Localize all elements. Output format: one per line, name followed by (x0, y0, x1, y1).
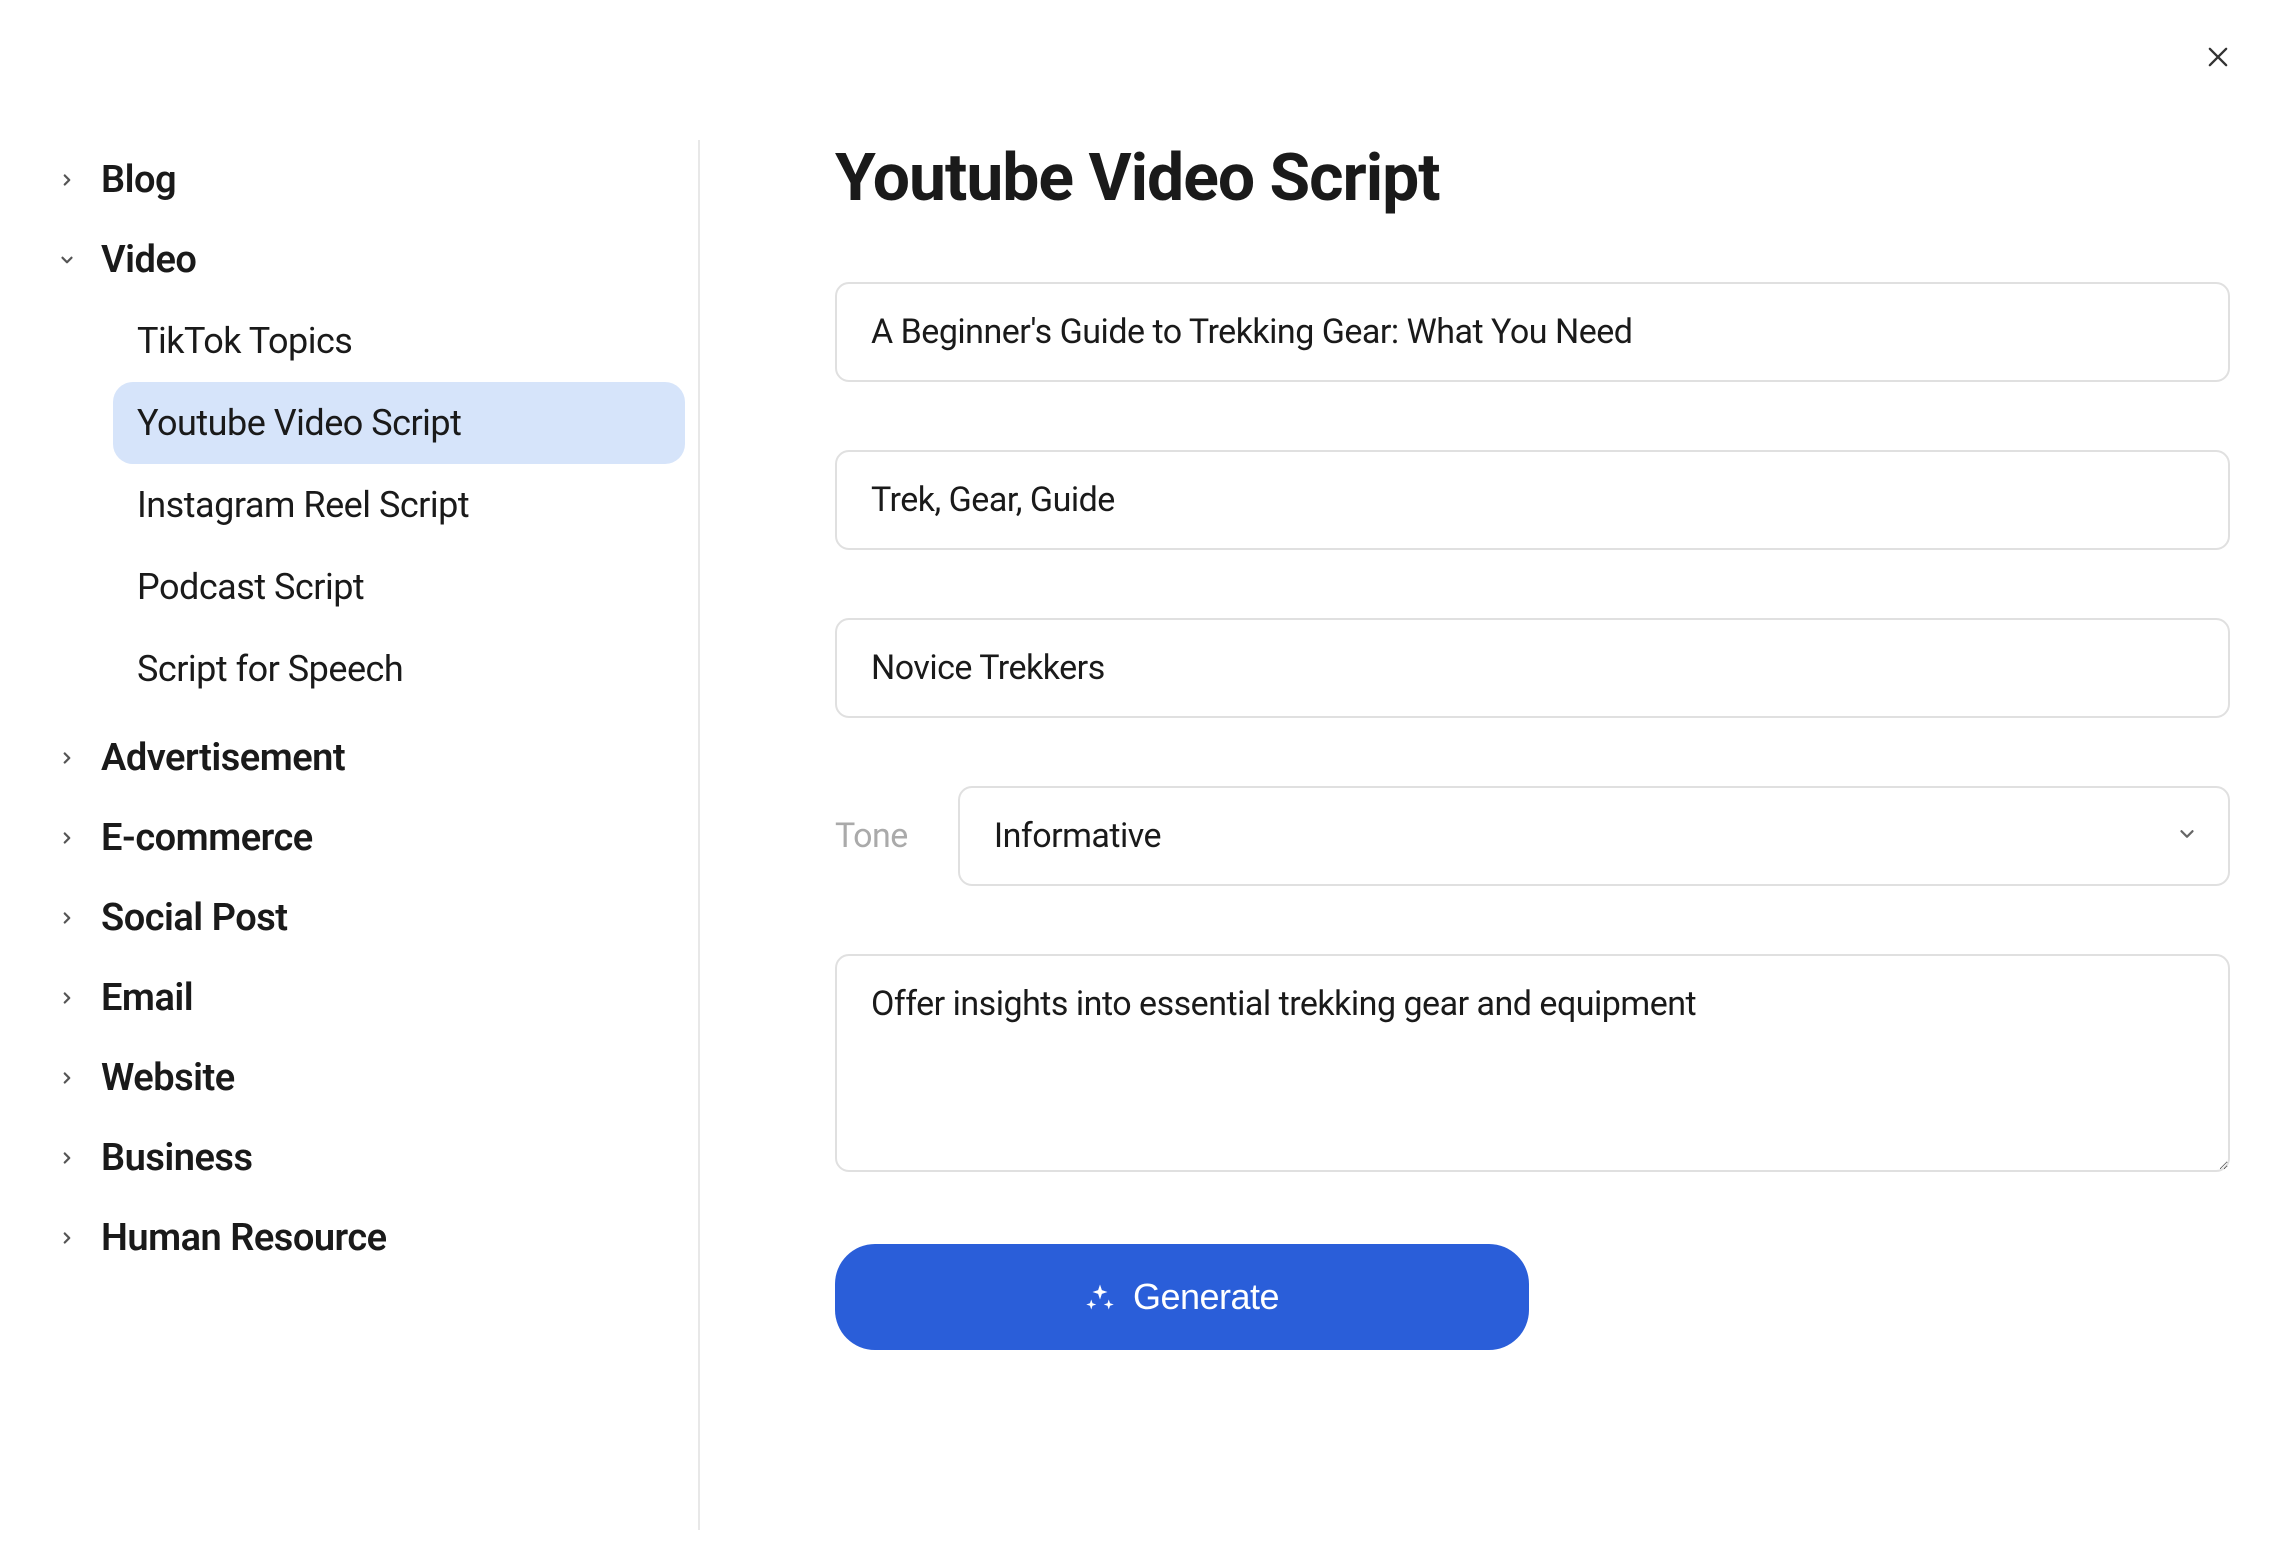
sidebar-item-youtube-video-script[interactable]: Youtube Video Script (113, 382, 685, 464)
sparkle-icon (1085, 1282, 1115, 1312)
category-label: Social Post (101, 896, 288, 940)
category-label: Human Resource (101, 1216, 387, 1260)
generate-button[interactable]: Generate (835, 1244, 1529, 1350)
sidebar-category-business[interactable]: Business (55, 1118, 685, 1198)
category-label: Business (101, 1136, 253, 1180)
main-content: Youtube Video Script Tone Informative (700, 140, 2290, 1548)
category-label: Email (101, 976, 193, 1020)
description-field (835, 954, 2230, 1176)
chevron-right-icon (55, 826, 79, 850)
close-button[interactable] (2196, 35, 2240, 79)
sidebar-category-ecommerce[interactable]: E-commerce (55, 798, 685, 878)
chevron-right-icon (55, 1066, 79, 1090)
title-field (835, 282, 2230, 382)
main-container: Blog Video TikTok Topics Youtube Video S… (0, 0, 2290, 1548)
audience-field (835, 618, 2230, 718)
keywords-input[interactable] (835, 450, 2230, 550)
sidebar-item-tiktok-topics[interactable]: TikTok Topics (113, 300, 685, 382)
sidebar-category-email[interactable]: Email (55, 958, 685, 1038)
category-label: Website (101, 1056, 235, 1100)
sidebar-item-script-for-speech[interactable]: Script for Speech (113, 628, 685, 710)
description-input[interactable] (835, 954, 2230, 1172)
sidebar-item-podcast-script[interactable]: Podcast Script (113, 546, 685, 628)
audience-input[interactable] (835, 618, 2230, 718)
category-label: E-commerce (101, 816, 313, 860)
tone-select-wrapper: Informative (958, 786, 2230, 886)
page-title: Youtube Video Script (835, 140, 2230, 217)
generate-button-label: Generate (1133, 1276, 1279, 1318)
sidebar-category-advertisement[interactable]: Advertisement (55, 718, 685, 798)
title-input[interactable] (835, 282, 2230, 382)
chevron-right-icon (55, 906, 79, 930)
category-label: Blog (101, 158, 176, 202)
sidebar-category-video[interactable]: Video (55, 220, 685, 300)
close-icon (2204, 43, 2232, 71)
chevron-right-icon (55, 1226, 79, 1250)
chevron-down-icon (55, 248, 79, 272)
sidebar-category-social-post[interactable]: Social Post (55, 878, 685, 958)
sidebar: Blog Video TikTok Topics Youtube Video S… (0, 140, 700, 1548)
tone-label: Tone (835, 816, 908, 856)
chevron-right-icon (55, 986, 79, 1010)
sidebar-category-human-resource[interactable]: Human Resource (55, 1198, 685, 1278)
category-label: Advertisement (101, 736, 345, 780)
tone-row: Tone Informative (835, 786, 2230, 886)
chevron-right-icon (55, 746, 79, 770)
keywords-field (835, 450, 2230, 550)
video-subcategory-list: TikTok Topics Youtube Video Script Insta… (55, 300, 685, 710)
sidebar-category-website[interactable]: Website (55, 1038, 685, 1118)
sidebar-item-instagram-reel-script[interactable]: Instagram Reel Script (113, 464, 685, 546)
chevron-right-icon (55, 168, 79, 192)
sidebar-category-blog[interactable]: Blog (55, 140, 685, 220)
tone-select[interactable]: Informative (958, 786, 2230, 886)
sidebar-divider (698, 140, 700, 1530)
category-label: Video (101, 238, 196, 282)
chevron-right-icon (55, 1146, 79, 1170)
